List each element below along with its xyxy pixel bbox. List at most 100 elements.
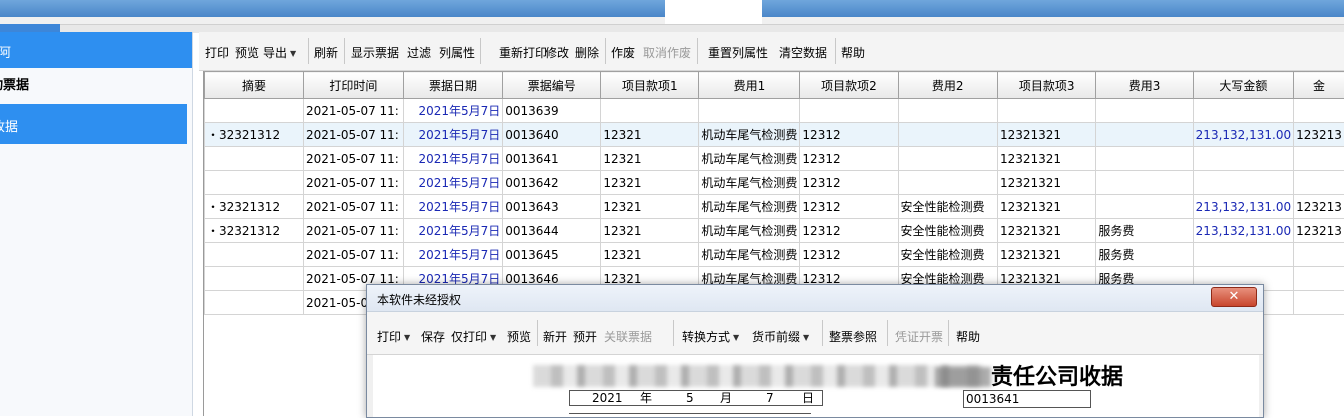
column-header[interactable]: 票据日期 bbox=[403, 72, 502, 99]
caret-down-icon[interactable]: ▼ bbox=[733, 333, 739, 342]
toolbar-button-6[interactable]: 过滤 bbox=[407, 44, 431, 61]
receipt-heading: 责任公司收据 bbox=[991, 359, 1123, 391]
table-cell: 12312 bbox=[800, 195, 898, 219]
dialog-toolbar-button-11[interactable]: 凭证开票 bbox=[895, 328, 943, 345]
column-header[interactable]: 项目款项3 bbox=[997, 72, 1095, 99]
toolbar-button-10[interactable]: 删除 bbox=[575, 44, 599, 61]
toolbar-button-label: 重新打印 bbox=[499, 46, 547, 60]
column-header[interactable]: 费用3 bbox=[1096, 72, 1193, 99]
caret-down-icon[interactable]: ▼ bbox=[490, 333, 496, 342]
sidebar-item-receipt[interactable]: 收据 bbox=[0, 104, 187, 144]
table-cell: 2021年5月7日 bbox=[403, 99, 502, 123]
toolbar-separator bbox=[822, 320, 823, 346]
column-header[interactable]: 摘要 bbox=[205, 72, 304, 99]
sidebar-header-label: 阿 bbox=[0, 42, 11, 61]
table-row[interactable]: 2021-05-07 11:2021年5月7日001364512321机动车尾气… bbox=[205, 243, 1344, 267]
dialog-toolbar-button-9[interactable]: 货币前缀▼ bbox=[752, 328, 809, 345]
table-row[interactable]: 2021-05-07 11:2021年5月7日0013639 bbox=[205, 99, 1344, 123]
toolbar-button-8[interactable]: 重新打印 bbox=[499, 44, 547, 61]
table-cell bbox=[1096, 147, 1193, 171]
table-cell: 2021-05-07 11: bbox=[303, 99, 403, 123]
dialog-toolbar-button-10[interactable]: 整票参照 bbox=[829, 328, 877, 345]
caret-down-icon[interactable]: ▼ bbox=[290, 49, 296, 58]
dialog-toolbar-button-7[interactable]: 关联票据 bbox=[604, 328, 652, 345]
toolbar-button-label: 预览 bbox=[235, 46, 259, 60]
column-header[interactable]: 项目款项2 bbox=[800, 72, 898, 99]
toolbar-button-7[interactable]: 列属性 bbox=[439, 44, 475, 61]
caret-down-icon[interactable]: ▼ bbox=[803, 333, 809, 342]
receipt-date-field[interactable]: 2021 年 5 月 7 日 bbox=[569, 390, 823, 406]
column-header[interactable]: 金 bbox=[1294, 72, 1344, 99]
dialog-toolbar-button-5[interactable]: 新开 bbox=[543, 328, 567, 345]
table-cell: 2021年5月7日 bbox=[403, 171, 502, 195]
sidebar-header[interactable]: 阿 bbox=[0, 32, 192, 68]
main-toolbar: 打印预览导出▼ 刷新显示票据过滤列属性 重新打印修改删除作废取消作废 重置列属性清空数… bbox=[199, 32, 1344, 71]
toolbar-separator bbox=[948, 320, 949, 346]
table-cell: 0013644 bbox=[503, 219, 601, 243]
table-cell bbox=[205, 291, 304, 315]
toolbar-separator bbox=[697, 38, 698, 64]
column-header[interactable]: 大写金额 bbox=[1193, 72, 1293, 99]
dialog-toolbar-button-4[interactable]: 预览 bbox=[507, 328, 531, 345]
dialog-toolbar-button-8[interactable]: 转换方式▼ bbox=[682, 328, 739, 345]
table-cell: 0013641 bbox=[503, 147, 601, 171]
table-row[interactable]: ・323213122021-05-07 11:2021年5月7日00136401… bbox=[205, 123, 1344, 147]
column-header[interactable]: 费用1 bbox=[699, 72, 800, 99]
toolbar-separator bbox=[835, 38, 836, 64]
table-cell bbox=[1096, 195, 1193, 219]
toolbar-separator bbox=[344, 38, 345, 64]
toolbar-button-14[interactable]: 清空数据 bbox=[779, 44, 827, 61]
table-cell bbox=[205, 267, 304, 291]
toolbar-button-3[interactable]: 导出▼ bbox=[263, 44, 296, 61]
dialog-toolbar-button-3[interactable]: 仅打印▼ bbox=[451, 328, 496, 345]
toolbar-button-5[interactable]: 显示票据 bbox=[351, 44, 399, 61]
table-cell: ・32321312 bbox=[205, 123, 304, 147]
dialog-toolbar-button-6[interactable]: 预开 bbox=[573, 328, 597, 345]
toolbar-button-9[interactable]: 修改 bbox=[545, 44, 569, 61]
toolbar-button-13[interactable]: 重置列属性 bbox=[708, 44, 768, 61]
table-cell bbox=[1294, 291, 1344, 315]
receipt-number-field[interactable]: 0013641 bbox=[963, 390, 1091, 408]
top-tab-active[interactable] bbox=[665, 0, 762, 24]
toolbar-button-4[interactable]: 刷新 bbox=[314, 44, 338, 61]
toolbar-button-11[interactable]: 作废 bbox=[611, 44, 635, 61]
toolbar-button-label: 帮助 bbox=[841, 46, 865, 60]
unlicensed-dialog: 本软件未经授权 ✕ 打印▼保存仅打印▼预览新开预开关联票据转换方式▼货币前缀▼整… bbox=[366, 284, 1264, 418]
dialog-title-bar[interactable]: 本软件未经授权 ✕ bbox=[367, 285, 1263, 312]
table-cell: 12312 bbox=[800, 123, 898, 147]
dialog-toolbar-button-2[interactable]: 保存 bbox=[421, 328, 445, 345]
toolbar-button-15[interactable]: 帮助 bbox=[841, 44, 865, 61]
table-cell: 12321 bbox=[601, 171, 699, 195]
toolbar-button-label: 重置列属性 bbox=[708, 46, 768, 60]
dialog-toolbar-button-label: 打印 bbox=[377, 330, 401, 344]
dialog-toolbar-button-1[interactable]: 打印▼ bbox=[377, 328, 410, 345]
table-cell bbox=[1193, 243, 1293, 267]
table-cell: 机动车尾气检测费 bbox=[699, 147, 800, 171]
table-cell: 2021-05-07 11: bbox=[303, 195, 403, 219]
toolbar-button-label: 清空数据 bbox=[779, 46, 827, 60]
toolbar-button-12[interactable]: 取消作废 bbox=[643, 44, 691, 61]
table-row[interactable]: ・323213122021-05-07 11:2021年5月7日00136441… bbox=[205, 219, 1344, 243]
table-cell bbox=[205, 171, 304, 195]
table-cell bbox=[1096, 123, 1193, 147]
column-header[interactable]: 票据编号 bbox=[503, 72, 601, 99]
table-row[interactable]: ・323213122021-05-07 11:2021年5月7日00136431… bbox=[205, 195, 1344, 219]
caret-down-icon[interactable]: ▼ bbox=[404, 333, 410, 342]
table-cell: 0013643 bbox=[503, 195, 601, 219]
table-cell bbox=[1294, 147, 1344, 171]
toolbar-button-1[interactable]: 打印 bbox=[205, 44, 229, 61]
table-cell bbox=[898, 123, 997, 147]
dialog-toolbar-button-12[interactable]: 帮助 bbox=[956, 328, 980, 345]
top-tab-strip-right bbox=[762, 0, 1344, 17]
column-header[interactable]: 打印时间 bbox=[303, 72, 403, 99]
table-cell: 12321 bbox=[601, 195, 699, 219]
column-header[interactable]: 费用2 bbox=[898, 72, 997, 99]
table-cell: 12321 bbox=[601, 123, 699, 147]
table-cell bbox=[1193, 171, 1293, 195]
toolbar-button-2[interactable]: 预览 bbox=[235, 44, 259, 61]
table-row[interactable]: 2021-05-07 11:2021年5月7日001364112321机动车尾气… bbox=[205, 147, 1344, 171]
sidebar-group-title[interactable]: 动票据 bbox=[0, 74, 39, 93]
close-icon[interactable]: ✕ bbox=[1211, 287, 1257, 307]
table-row[interactable]: 2021-05-07 11:2021年5月7日001364212321机动车尾气… bbox=[205, 171, 1344, 195]
column-header[interactable]: 项目款项1 bbox=[601, 72, 699, 99]
